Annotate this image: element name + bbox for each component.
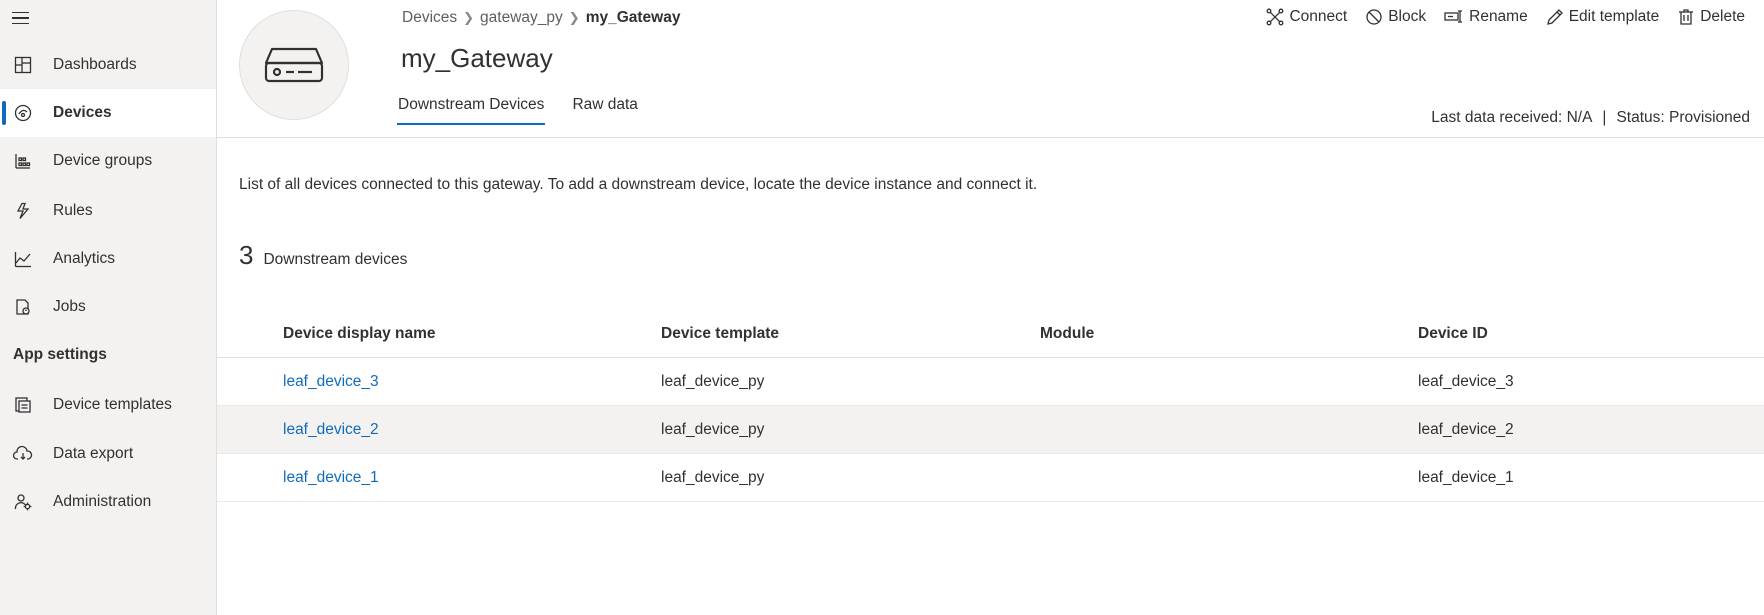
downstream-devices-table: Device display name Device template Modu…: [217, 310, 1764, 502]
trash-icon: [1679, 9, 1694, 25]
breadcrumb-gateway-template[interactable]: gateway_py: [480, 9, 563, 27]
tab-raw-data[interactable]: Raw data: [571, 92, 638, 125]
column-header-template[interactable]: Device template: [661, 325, 779, 343]
device-count: 3 Downstream devices: [239, 240, 407, 271]
status-separator: |: [1602, 109, 1607, 126]
device-groups-icon: [12, 150, 34, 172]
sidebar-item-label: Dashboards: [53, 56, 137, 73]
sidebar-item-label: Rules: [53, 202, 93, 219]
rules-icon: [12, 200, 34, 222]
edit-template-label: Edit template: [1568, 8, 1660, 25]
device-id-cell: leaf_device_1: [1418, 468, 1514, 486]
edit-template-button[interactable]: Edit template: [1546, 8, 1659, 26]
rename-icon: [1444, 10, 1463, 23]
column-header-display-name[interactable]: Device display name: [283, 325, 436, 343]
tab-downstream-devices[interactable]: Downstream Devices: [397, 92, 546, 125]
header-divider: [217, 137, 1764, 138]
tab-bar: Downstream Devices Raw data: [397, 92, 639, 125]
breadcrumb-devices[interactable]: Devices: [402, 9, 457, 27]
sidebar-item-device-groups[interactable]: Device groups: [0, 137, 216, 185]
table-header: Device display name Device template Modu…: [217, 310, 1764, 358]
device-name-link[interactable]: leaf_device_1: [283, 469, 379, 487]
devices-icon: [12, 102, 34, 124]
sidebar-item-dashboards[interactable]: Dashboards: [0, 41, 216, 89]
device-id-cell: leaf_device_2: [1418, 420, 1514, 438]
connect-button[interactable]: Connect: [1266, 8, 1347, 26]
connect-icon: [1267, 8, 1284, 26]
jobs-icon: [12, 296, 34, 318]
device-id-cell: leaf_device_3: [1418, 372, 1514, 390]
device-count-number: 3: [239, 240, 254, 270]
delete-button[interactable]: Delete: [1677, 8, 1745, 26]
gateway-device-icon: [239, 10, 349, 120]
dashboard-icon: [12, 54, 34, 76]
breadcrumb: Devices ❯ gateway_py ❯ my_Gateway: [402, 9, 680, 27]
connect-label: Connect: [1289, 8, 1348, 25]
page-title: my_Gateway: [401, 43, 553, 73]
breadcrumb-current: my_Gateway: [585, 9, 681, 26]
sidebar: Dashboards Devices Device groups Rules A…: [0, 0, 217, 615]
table-row[interactable]: leaf_device_3 leaf_device_py leaf_device…: [217, 358, 1764, 406]
device-name-link[interactable]: leaf_device_3: [283, 373, 379, 391]
last-data-received: Last data received: N/A: [1431, 109, 1593, 126]
sidebar-item-label: Jobs: [53, 298, 86, 315]
provisioning-status: Status: Provisioned: [1616, 109, 1750, 126]
block-button[interactable]: Block: [1365, 8, 1426, 26]
column-header-module[interactable]: Module: [1040, 325, 1094, 343]
device-name-link[interactable]: leaf_device_2: [283, 421, 379, 439]
description-text: List of all devices connected to this ga…: [239, 176, 1038, 193]
device-template-cell: leaf_device_py: [661, 372, 765, 390]
rename-button[interactable]: Rename: [1444, 8, 1528, 26]
sidebar-item-device-templates[interactable]: Device templates: [0, 381, 216, 429]
sidebar-item-data-export[interactable]: Data export: [0, 430, 216, 478]
sidebar-item-label: Data export: [53, 445, 134, 462]
sidebar-item-label: Device templates: [53, 396, 172, 413]
sidebar-item-devices[interactable]: Devices: [0, 89, 216, 137]
device-count-label: Downstream devices: [263, 251, 408, 268]
sidebar-item-administration[interactable]: Administration: [0, 478, 216, 526]
analytics-icon: [12, 248, 34, 270]
block-icon: [1366, 9, 1382, 25]
device-template-cell: leaf_device_py: [661, 468, 765, 486]
device-templates-icon: [12, 394, 34, 416]
table-row[interactable]: leaf_device_1 leaf_device_py leaf_device…: [217, 454, 1764, 502]
delete-label: Delete: [1700, 8, 1745, 25]
sidebar-item-label: Analytics: [53, 250, 116, 267]
sidebar-item-rules[interactable]: Rules: [0, 187, 216, 235]
sidebar-item-analytics[interactable]: Analytics: [0, 235, 216, 283]
chevron-right-icon: ❯: [463, 10, 475, 25]
device-template-cell: leaf_device_py: [661, 420, 765, 438]
block-label: Block: [1388, 8, 1427, 25]
sidebar-item-label: Administration: [53, 493, 152, 510]
command-bar: Connect Block Rename Edit template Delet…: [1266, 8, 1745, 26]
sidebar-item-label: Devices: [53, 104, 112, 121]
rename-label: Rename: [1469, 8, 1528, 25]
pencil-icon: [1546, 9, 1563, 25]
sidebar-item-jobs[interactable]: Jobs: [0, 283, 216, 331]
chevron-right-icon: ❯: [568, 10, 580, 25]
sidebar-item-label: Device groups: [53, 152, 153, 169]
menu-icon[interactable]: [12, 8, 36, 28]
data-export-icon: [12, 443, 34, 465]
app-settings-heading: App settings: [13, 346, 107, 363]
table-row[interactable]: leaf_device_2 leaf_device_py leaf_device…: [217, 406, 1764, 454]
column-header-device-id[interactable]: Device ID: [1418, 325, 1488, 343]
administration-icon: [12, 491, 34, 513]
device-status: Last data received: N/A | Status: Provis…: [1431, 109, 1750, 127]
